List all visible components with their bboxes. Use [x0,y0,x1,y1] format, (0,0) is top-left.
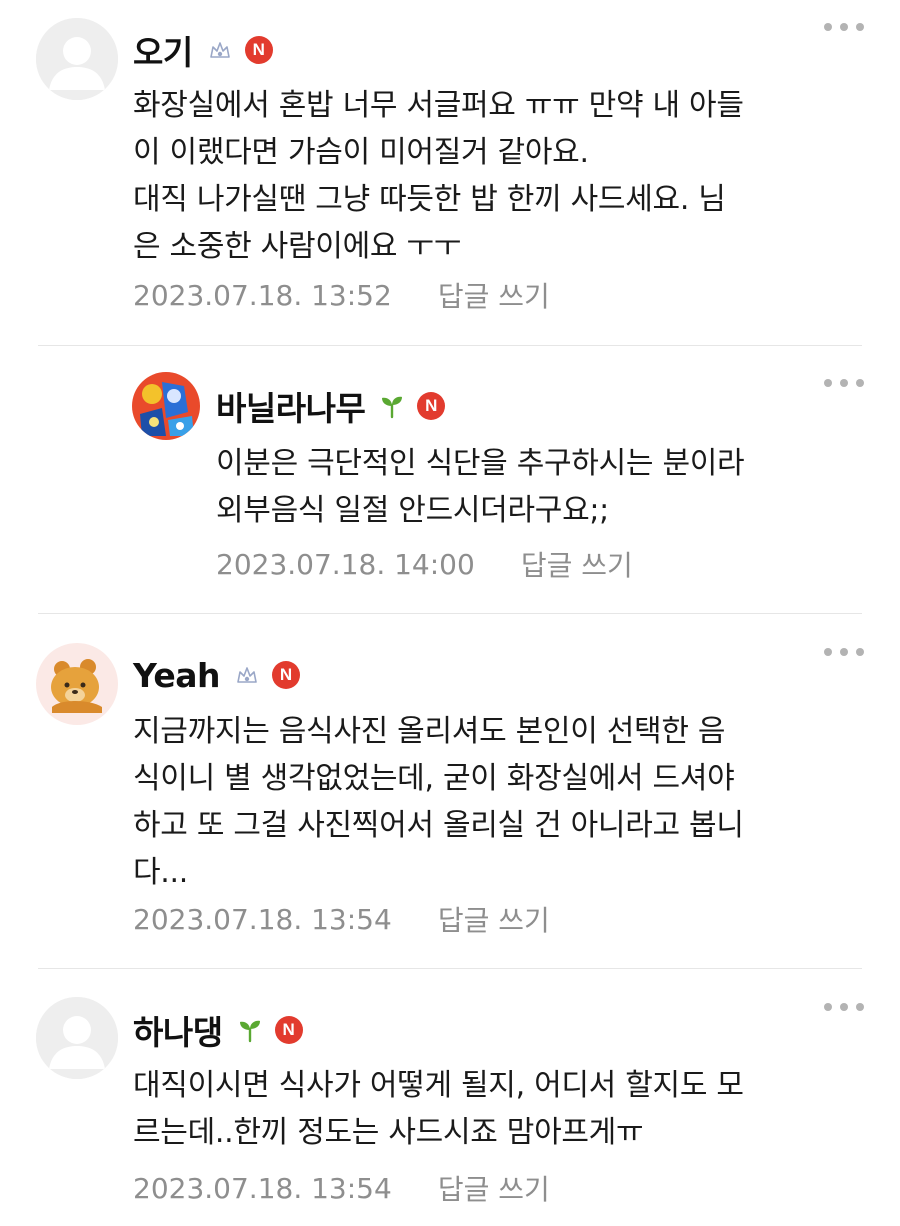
user-avatar[interactable] [132,372,200,440]
character-avatar-icon [132,372,200,440]
comment-author[interactable]: 오기 [133,26,193,74]
reply-button[interactable]: 답글 쓰기 [438,1168,550,1208]
comment-author[interactable]: 하나댕 [133,1006,223,1054]
comment-timestamp: 2023.07.18. 13:54 [133,1171,392,1205]
new-badge: N [272,661,301,689]
new-badge: N [274,1016,303,1044]
comment-timestamp: 2023.07.18. 14:00 [216,547,475,581]
new-badge: N [417,392,446,420]
default-avatar[interactable] [36,18,118,100]
comment-text: 화장실에서 혼밥 너무 서글퍼요 ㅠㅠ 만약 내 아들 이 이랬다면 가슴이 미… [133,88,744,264]
comment-timestamp: 2023.07.18. 13:52 [133,278,392,312]
person-silhouette-icon [36,997,118,1079]
new-badge: N [244,36,273,64]
divider [38,613,862,614]
crown-grade-icon [207,37,233,63]
divider [38,345,862,346]
default-avatar[interactable] [36,997,118,1079]
more-options-button[interactable] [824,20,864,34]
comment-text: 이분은 극단적인 식단을 추구하시는 분이라 외부음식 일절 안드시더라구요;; [216,446,745,528]
comment-author[interactable]: Yeah [133,656,221,695]
comment-text: 대직이시면 식사가 어떻게 될지, 어디서 할지도 모 르는데..한끼 정도는 … [133,1068,744,1150]
reply-button[interactable]: 답글 쓰기 [438,899,550,939]
user-avatar[interactable] [36,643,118,725]
more-options-button[interactable] [824,1000,864,1014]
divider [38,968,862,969]
comment-author[interactable]: 바닐라나무 [216,382,366,430]
crown-grade-icon [234,662,260,688]
bear-character-icon [36,643,118,725]
more-options-button[interactable] [824,645,864,659]
sprout-grade-icon [379,393,405,419]
reply-button[interactable]: 답글 쓰기 [521,544,633,584]
comment-text: 지금까지는 음식사진 올리셔도 본인이 선택한 음 식이니 별 생각없었는데, … [133,714,744,890]
comment-timestamp: 2023.07.18. 13:54 [133,902,392,936]
person-silhouette-icon [36,18,118,100]
reply-button[interactable]: 답글 쓰기 [438,275,550,315]
more-options-button[interactable] [824,376,864,390]
sprout-grade-icon [237,1017,263,1043]
